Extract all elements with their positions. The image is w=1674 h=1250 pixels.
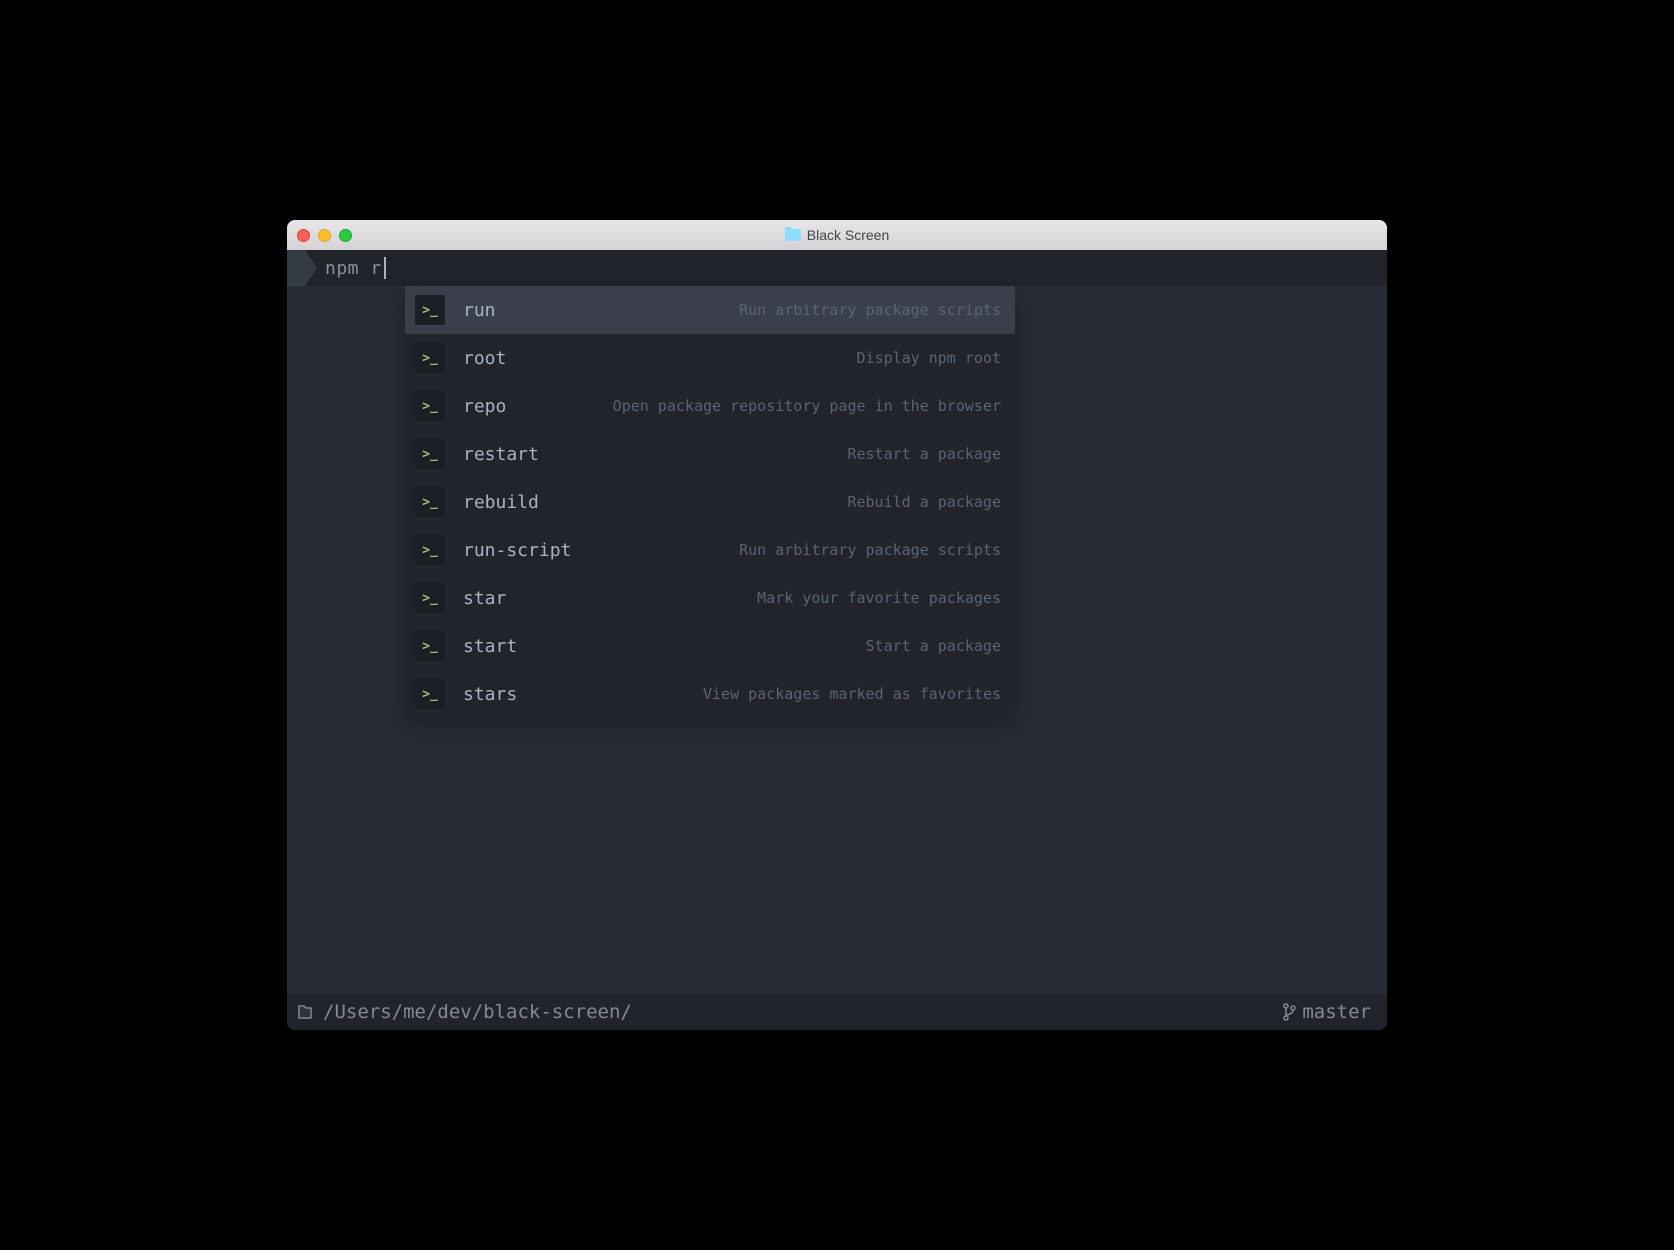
window-title-text: Black Screen <box>807 227 889 243</box>
prompt-input-text: npm r <box>325 258 382 279</box>
cwd-text: /Users/me/dev/black-screen/ <box>323 1001 632 1023</box>
branch-text: master <box>1302 1001 1371 1023</box>
suggestion-item[interactable]: >_ root Display npm root <box>405 334 1015 382</box>
suggestion-command: run <box>463 300 496 321</box>
suggestion-command: repo <box>463 396 506 417</box>
command-icon: >_ <box>415 631 445 661</box>
terminal-body[interactable]: npm r >_ run Run arbitrary package scripts… <box>287 250 1387 994</box>
command-icon: >_ <box>415 391 445 421</box>
minimize-button[interactable] <box>318 229 331 242</box>
suggestion-item[interactable]: >_ star Mark your favorite packages <box>405 574 1015 622</box>
titlebar[interactable]: Black Screen <box>287 220 1387 250</box>
command-icon: >_ <box>415 583 445 613</box>
traffic-lights <box>297 229 352 242</box>
suggestion-command: restart <box>463 444 539 465</box>
command-icon: >_ <box>415 439 445 469</box>
command-icon: >_ <box>415 295 445 325</box>
suggestion-description: Rebuild a package <box>847 493 1001 511</box>
suggestion-command: rebuild <box>463 492 539 513</box>
suggestion-description: Start a package <box>866 637 1001 655</box>
suggestion-description: Run arbitrary package scripts <box>739 541 1001 559</box>
suggestion-item[interactable]: >_ rebuild Rebuild a package <box>405 478 1015 526</box>
command-icon: >_ <box>415 679 445 709</box>
statusbar: /Users/me/dev/black-screen/ master <box>287 994 1387 1030</box>
git-branch-icon <box>1282 1003 1296 1021</box>
suggestion-item[interactable]: >_ repo Open package repository page in th… <box>405 382 1015 430</box>
suggestion-description: Run arbitrary package scripts <box>739 301 1001 319</box>
suggestion-item[interactable]: >_ stars View packages marked as favorites <box>405 670 1015 718</box>
suggestion-command: stars <box>463 684 517 705</box>
window-title: Black Screen <box>785 227 889 243</box>
suggestion-command: start <box>463 636 517 657</box>
suggestion-description: Restart a package <box>847 445 1001 463</box>
prompt-line: npm r <box>287 250 1387 286</box>
close-button[interactable] <box>297 229 310 242</box>
app-window: Black Screen npm r >_ run Run arbitrary pa… <box>287 220 1387 1030</box>
directory-icon <box>297 1004 313 1020</box>
suggestion-description: Open package repository page in the brow… <box>613 397 1001 415</box>
suggestion-item[interactable]: >_ restart Restart a package <box>405 430 1015 478</box>
maximize-button[interactable] <box>339 229 352 242</box>
command-icon: >_ <box>415 487 445 517</box>
suggestion-command: run-script <box>463 540 571 561</box>
suggestion-description: View packages marked as favorites <box>703 685 1001 703</box>
suggestion-description: Mark your favorite packages <box>757 589 1001 607</box>
suggestion-command: star <box>463 588 506 609</box>
command-icon: >_ <box>415 535 445 565</box>
folder-icon <box>785 229 801 241</box>
suggestion-description: Display npm root <box>857 349 1002 367</box>
prompt-input[interactable]: npm r <box>325 257 386 279</box>
suggestion-command: root <box>463 348 506 369</box>
status-cwd[interactable]: /Users/me/dev/black-screen/ <box>297 1001 632 1023</box>
suggestion-item[interactable]: >_ start Start a package <box>405 622 1015 670</box>
status-branch[interactable]: master <box>1282 1001 1371 1023</box>
prompt-chevron-icon <box>287 250 317 286</box>
autocomplete-popup: >_runRun arbitrary package scripts>_root… <box>405 286 1015 718</box>
suggestion-item[interactable]: >_ run Run arbitrary package scripts <box>405 286 1015 334</box>
command-icon: >_ <box>415 343 445 373</box>
suggestion-item[interactable]: >_ run-script Run arbitrary package script… <box>405 526 1015 574</box>
text-cursor <box>384 257 386 279</box>
